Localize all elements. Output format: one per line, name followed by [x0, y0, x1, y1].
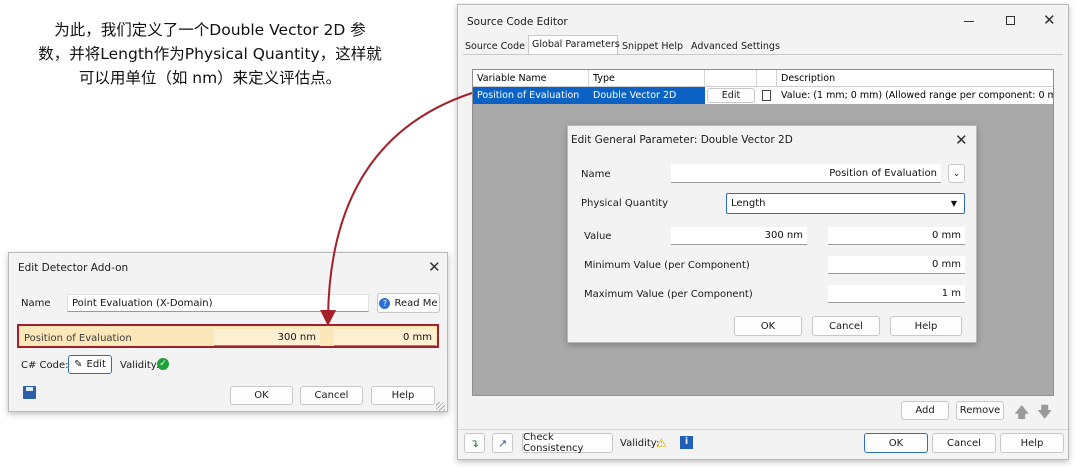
tab-global-parameters[interactable]: Global Parameters — [532, 39, 620, 50]
ok-button[interactable]: OK — [230, 386, 293, 405]
row-edit-button[interactable]: Edit — [707, 88, 755, 103]
close-icon[interactable]: ✕ — [428, 260, 441, 275]
edit-code-button[interactable]: ✎ Edit — [68, 355, 112, 374]
physical-quantity-select[interactable]: Length ▼ — [726, 193, 965, 214]
help-button[interactable]: Help — [1000, 433, 1064, 453]
maximum-value-label: Maximum Value (per Component) — [584, 289, 753, 300]
row-type[interactable]: Double Vector 2D — [589, 87, 705, 104]
dialog-title: Edit General Parameter: Double Vector 2D — [571, 134, 793, 146]
name-options-button[interactable]: ⌄ — [948, 164, 965, 183]
cancel-button[interactable]: Cancel — [300, 386, 363, 405]
dropdown-arrow-icon: ▼ — [950, 199, 957, 208]
minimum-value-field[interactable]: 0 mm — [828, 256, 965, 274]
close-icon[interactable]: ✕ — [955, 133, 968, 148]
physical-quantity-label: Physical Quantity — [581, 198, 669, 209]
tab-advanced-settings[interactable]: Advanced Settings — [691, 41, 780, 52]
bottom-divider — [458, 429, 1068, 430]
name-label: Name — [21, 298, 51, 309]
physical-quantity-value: Length — [731, 198, 766, 209]
resize-grip-icon[interactable] — [436, 402, 445, 411]
value-label: Value — [584, 231, 612, 242]
position-y-field[interactable]: 0 mm — [334, 329, 436, 346]
column-header-edit — [705, 70, 757, 87]
value-x-field[interactable]: 300 nm — [671, 227, 807, 245]
column-header-description[interactable]: Description — [777, 70, 1053, 87]
dialog-title: Edit Detector Add-on — [18, 262, 129, 274]
minimum-value: 0 mm — [931, 259, 961, 270]
chevron-down-icon: ⌄ — [952, 168, 961, 179]
window-title: Source Code Editor — [467, 16, 568, 28]
help-button[interactable]: Help — [890, 316, 962, 336]
remove-button[interactable]: Remove — [956, 401, 1004, 420]
info-icon[interactable]: i — [680, 436, 693, 449]
row-description[interactable]: Value: (1 mm; 0 mm) (Allowed range per c… — [777, 87, 1053, 104]
check-consistency-button[interactable]: Check Consistency — [522, 432, 613, 454]
name-field[interactable]: Point Evaluation (X-Domain) — [67, 294, 369, 312]
add-button[interactable]: Add — [901, 401, 949, 420]
maximum-value-field[interactable]: 1 m — [828, 285, 965, 303]
csharp-code-label: C# Code: — [21, 360, 69, 371]
help-button[interactable]: Help — [371, 386, 435, 405]
name-label: Name — [581, 169, 611, 180]
position-x-value: 300 nm — [277, 331, 316, 343]
document-icon[interactable] — [762, 90, 771, 101]
ok-button[interactable]: OK — [864, 433, 928, 453]
tab-source-code[interactable]: Source Code — [465, 41, 525, 52]
position-x-field[interactable]: 300 nm — [214, 329, 320, 346]
position-y-value: 0 mm — [402, 331, 432, 343]
caption-line-1: 为此，我们定义了一个Double Vector 2D 参 — [54, 21, 366, 39]
tab-snippet-help[interactable]: Snippet Help — [622, 41, 683, 52]
cancel-button[interactable]: Cancel — [932, 433, 996, 453]
column-header-type[interactable]: Type — [589, 70, 705, 87]
move-down-icon[interactable]: 🡇 — [1037, 402, 1052, 427]
read-me-label: Read Me — [394, 297, 438, 309]
validity-label: Validity: — [620, 438, 660, 449]
warning-icon: ⚠ — [656, 436, 667, 450]
import-icon[interactable]: ↴ — [464, 433, 485, 453]
export-icon[interactable]: ↗ — [492, 433, 513, 453]
value-y: 0 mm — [931, 230, 961, 241]
validity-label: Validity: — [120, 360, 160, 371]
name-value: Position of Evaluation — [829, 167, 937, 179]
value-y-field[interactable]: 0 mm — [828, 227, 965, 245]
minimum-value-label: Minimum Value (per Component) — [584, 260, 750, 271]
tab-divider — [463, 54, 1063, 55]
edit-general-parameter-dialog: Edit General Parameter: Double Vector 2D… — [567, 125, 977, 343]
edit-code-label: Edit — [86, 359, 106, 370]
minimize-icon[interactable] — [964, 21, 974, 22]
column-header-icon — [757, 70, 777, 87]
cancel-button[interactable]: Cancel — [812, 316, 880, 336]
name-value: Point Evaluation (X-Domain) — [72, 297, 213, 309]
caption-line-3: 可以用单位（如 nm）来定义评估点。 — [78, 69, 342, 87]
move-up-icon[interactable]: 🡅 — [1014, 402, 1029, 427]
ok-button[interactable]: OK — [734, 316, 802, 336]
read-me-button[interactable]: ? Read Me — [377, 293, 440, 313]
help-circle-icon: ? — [379, 297, 391, 309]
maximum-value: 1 m — [941, 288, 961, 299]
save-icon[interactable] — [23, 386, 36, 399]
name-field[interactable]: Position of Evaluation — [671, 164, 941, 183]
value-x: 300 nm — [764, 230, 803, 241]
edit-detector-dialog: Edit Detector Add-on ✕ Name Point Evalua… — [8, 252, 448, 412]
close-icon[interactable]: ✕ — [1043, 13, 1056, 28]
maximize-icon[interactable] — [1006, 16, 1015, 25]
position-of-evaluation-label: Position of Evaluation — [24, 333, 132, 344]
valid-check-icon: ✓ — [157, 358, 169, 370]
caption-text: 为此，我们定义了一个Double Vector 2D 参 数，并将Length作… — [10, 18, 410, 90]
column-header-variable-name[interactable]: Variable Name — [473, 70, 589, 87]
pencil-icon: ✎ — [74, 359, 83, 370]
caption-line-2: 数，并将Length作为Physical Quantity，这样就 — [38, 45, 382, 63]
row-variable-name[interactable]: Position of Evaluation — [473, 87, 589, 104]
